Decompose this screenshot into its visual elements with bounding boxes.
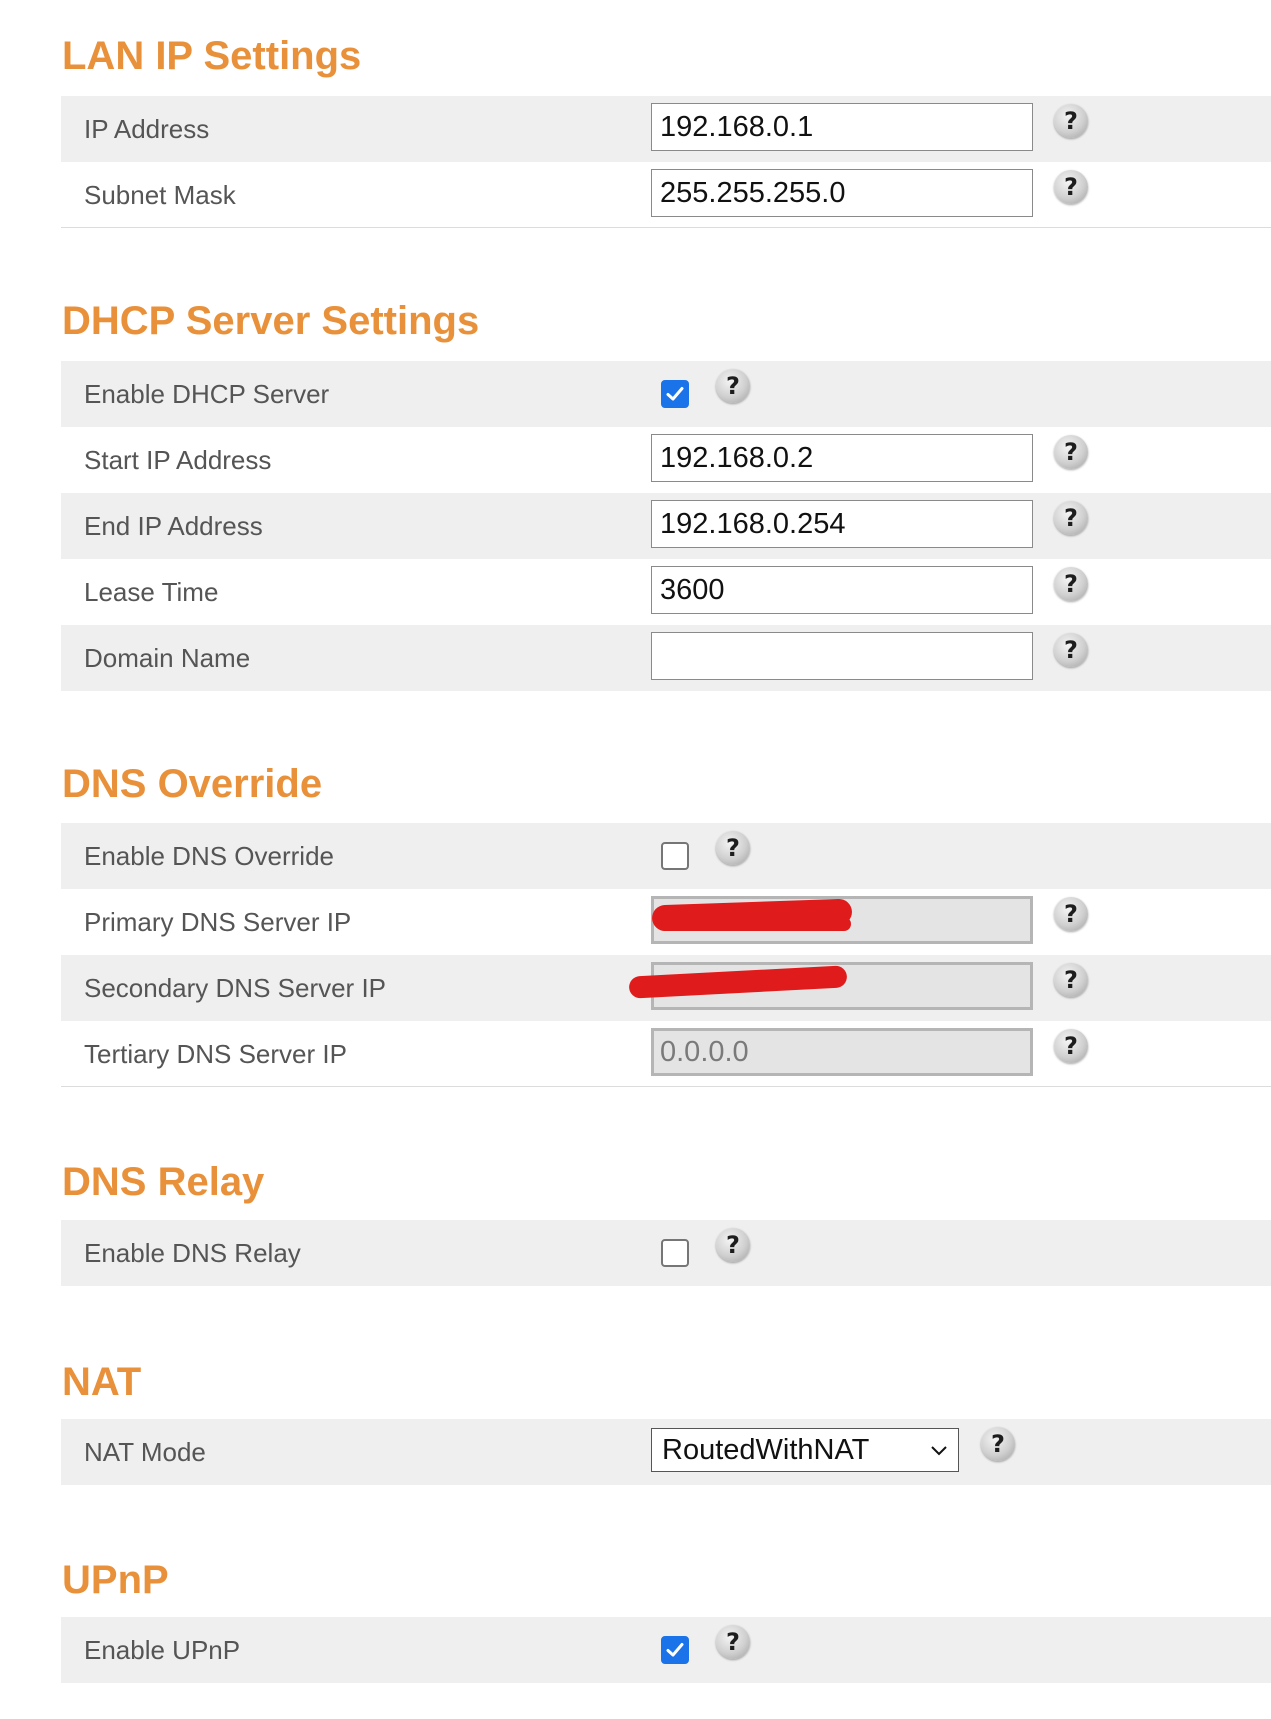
section-title-lan-ip: LAN IP Settings [62,34,362,78]
row-start-ip: Start IP Address ? [61,427,1271,493]
section-title-dns-relay: DNS Relay [62,1160,265,1204]
chevron-down-icon [931,1446,947,1456]
secondary-dns-label: Secondary DNS Server IP [84,973,387,1003]
enable-dhcp-label: Enable DHCP Server [84,379,330,409]
lease-time-label: Lease Time [84,577,219,607]
help-icon[interactable]: ? [1054,104,1088,138]
row-enable-upnp: Enable UPnP ? [61,1617,1271,1683]
row-enable-dhcp: Enable DHCP Server ? [61,361,1271,427]
start-ip-label: Start IP Address [84,445,272,475]
checkmark-icon [666,1643,684,1657]
enable-dhcp-checkbox[interactable] [661,380,689,408]
enable-dns-relay-checkbox[interactable] [661,1239,689,1267]
checkmark-icon [666,387,684,401]
enable-upnp-label: Enable UPnP [84,1635,241,1665]
subnet-mask-label: Subnet Mask [84,180,236,210]
help-icon[interactable]: ? [716,831,750,865]
help-icon[interactable]: ? [1054,170,1088,204]
lease-time-input[interactable] [651,566,1033,614]
help-icon[interactable]: ? [981,1427,1015,1461]
row-secondary-dns: Secondary DNS Server IP ? [61,955,1271,1021]
nat-mode-value: RoutedWithNAT [662,1434,870,1466]
help-icon[interactable]: ? [1054,897,1088,931]
enable-upnp-checkbox[interactable] [661,1636,689,1664]
end-ip-input[interactable] [651,500,1033,548]
help-icon[interactable]: ? [1054,501,1088,535]
section-title-dns-override: DNS Override [62,762,323,806]
domain-name-input[interactable] [651,632,1033,680]
row-primary-dns: Primary DNS Server IP ? [61,889,1271,955]
section-title-dhcp: DHCP Server Settings [62,299,480,343]
ip-address-label: IP Address [84,114,210,144]
help-icon[interactable]: ? [716,1625,750,1659]
help-icon[interactable]: ? [1054,963,1088,997]
enable-dns-relay-label: Enable DNS Relay [84,1238,301,1268]
section-title-upnp: UPnP [62,1558,169,1602]
enable-dns-override-label: Enable DNS Override [84,841,334,871]
nat-mode-select[interactable]: RoutedWithNAT [651,1428,959,1472]
start-ip-input[interactable] [651,434,1033,482]
nat-mode-label: NAT Mode [84,1437,206,1467]
row-enable-dns-override: Enable DNS Override ? [61,823,1271,889]
row-subnet-mask: Subnet Mask ? [61,162,1271,228]
domain-name-label: Domain Name [84,643,251,673]
row-end-ip: End IP Address ? [61,493,1271,559]
row-tertiary-dns: Tertiary DNS Server IP ? [61,1021,1271,1087]
tertiary-dns-label: Tertiary DNS Server IP [84,1039,347,1069]
row-domain-name: Domain Name ? [61,625,1271,691]
end-ip-label: End IP Address [84,511,263,541]
primary-dns-label: Primary DNS Server IP [84,907,352,937]
ip-address-input[interactable] [651,103,1033,151]
subnet-mask-input[interactable] [651,169,1033,217]
row-nat-mode: NAT Mode RoutedWithNAT ? [61,1419,1271,1485]
help-icon[interactable]: ? [1054,435,1088,469]
help-icon[interactable]: ? [1054,1029,1088,1063]
help-icon[interactable]: ? [716,369,750,403]
help-icon[interactable]: ? [1054,567,1088,601]
help-icon[interactable]: ? [1054,633,1088,667]
enable-dns-override-checkbox[interactable] [661,842,689,870]
row-lease-time: Lease Time ? [61,559,1271,625]
section-title-nat: NAT [62,1360,142,1404]
row-enable-dns-relay: Enable DNS Relay ? [61,1220,1271,1286]
row-ip-address: IP Address ? [61,96,1271,162]
help-icon[interactable]: ? [716,1228,750,1262]
tertiary-dns-input[interactable] [651,1028,1033,1076]
redaction-mark [661,917,851,931]
